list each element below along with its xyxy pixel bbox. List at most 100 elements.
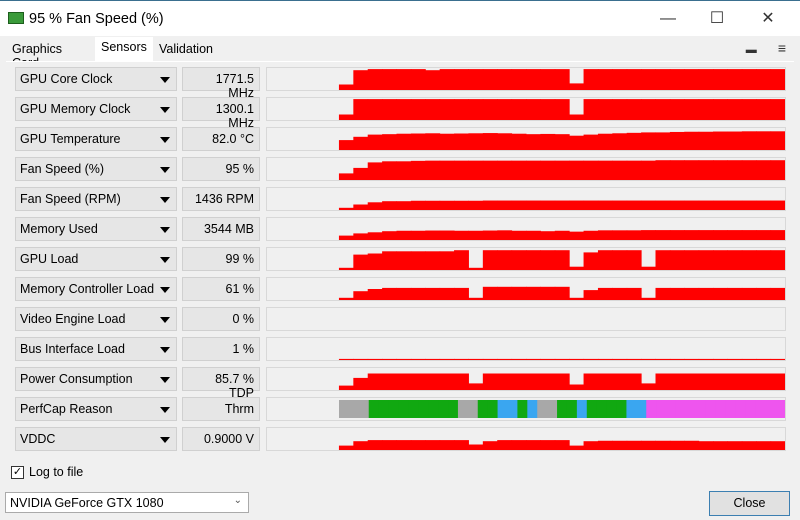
graph-bar: [482, 373, 498, 390]
sensor-select[interactable]: Bus Interface Load: [15, 337, 177, 361]
graph-bar: [540, 440, 556, 450]
sensor-select[interactable]: Fan Speed (RPM): [15, 187, 177, 211]
sensor-select[interactable]: Memory Controller Load: [15, 277, 177, 301]
graph-bar: [698, 160, 714, 180]
graph-bar: [425, 160, 441, 180]
perfcap-segment: [636, 400, 647, 418]
dropdown-arrow-icon[interactable]: [160, 407, 170, 413]
graph-bar: [425, 99, 441, 120]
dropdown-arrow-icon[interactable]: [160, 317, 170, 323]
dropdown-arrow-icon[interactable]: [160, 347, 170, 353]
graph-bar: [497, 133, 513, 150]
graph-bar: [439, 133, 455, 150]
gpu-select[interactable]: NVIDIA GeForce GTX 1080 ⌄: [5, 492, 249, 513]
graph-bar: [713, 160, 728, 180]
graph-bar: [684, 160, 700, 180]
graph-bar: [353, 358, 369, 360]
graph-bar: [425, 287, 441, 300]
graph-bar: [741, 230, 757, 240]
close-button[interactable]: Close: [709, 491, 790, 516]
tab-sensors[interactable]: Sensors: [95, 37, 153, 63]
sensor-select[interactable]: Video Engine Load: [15, 307, 177, 331]
dropdown-arrow-icon[interactable]: [160, 257, 170, 263]
sensor-select[interactable]: GPU Core Clock: [15, 67, 177, 91]
checkbox-check-icon[interactable]: ✓: [11, 466, 24, 479]
sensor-name: VDDC: [20, 432, 56, 446]
sensor-graph: [266, 217, 786, 241]
perfcap-segment: [517, 400, 528, 418]
dropdown-arrow-icon[interactable]: [160, 377, 170, 383]
camera-icon[interactable]: ▬: [746, 44, 757, 56]
sensor-value: 95 %: [182, 157, 260, 181]
graph-bar: [454, 373, 469, 390]
graph-bar: [655, 373, 671, 390]
graph-bar: [626, 69, 642, 90]
sensor-select[interactable]: GPU Load: [15, 247, 177, 271]
sensor-name: PerfCap Reason: [20, 402, 113, 416]
maximize-button[interactable]: ☐: [697, 7, 737, 31]
dropdown-arrow-icon[interactable]: [160, 287, 170, 293]
hamburger-icon[interactable]: ≡: [778, 40, 786, 56]
sensor-select[interactable]: VDDC: [15, 427, 177, 451]
perfcap-segment: [586, 400, 598, 418]
perfcap-segment: [775, 400, 785, 418]
perfcap-segment: [537, 400, 548, 418]
sensor-select[interactable]: GPU Temperature: [15, 127, 177, 151]
graph-bar: [425, 133, 441, 150]
dropdown-arrow-icon[interactable]: [160, 197, 170, 203]
graph-bar: [482, 230, 498, 240]
dropdown-arrow-icon[interactable]: [160, 437, 170, 443]
graph-bar: [626, 99, 642, 120]
graph-bar: [382, 134, 397, 150]
graph-bar: [554, 134, 570, 150]
graph-bar: [641, 230, 656, 240]
graph-bar: [612, 200, 628, 210]
log-to-file-label: Log to file: [29, 465, 84, 479]
graph-bar: [526, 200, 541, 210]
sensor-row: GPU Load 99 %: [6, 247, 794, 273]
sensor-graph: [266, 277, 786, 301]
graph-bar: [454, 133, 469, 150]
graph-bar: [526, 373, 541, 390]
graph-bar: [526, 358, 541, 360]
graph-bar: [583, 252, 599, 270]
graph-bar: [367, 232, 383, 240]
graph-bar: [425, 230, 441, 240]
graph-bar: [540, 250, 556, 270]
sensor-select[interactable]: Memory Used: [15, 217, 177, 241]
close-window-button[interactable]: ✕: [748, 7, 788, 31]
perfcap-segment: [507, 400, 518, 418]
sensor-name: Bus Interface Load: [20, 342, 125, 356]
dropdown-arrow-icon[interactable]: [160, 77, 170, 83]
tab-validation[interactable]: Validation: [153, 39, 219, 61]
graph-bar: [713, 99, 728, 120]
dropdown-arrow-icon[interactable]: [160, 137, 170, 143]
sensor-select[interactable]: GPU Memory Clock: [15, 97, 177, 121]
graph-bar: [698, 287, 714, 300]
sensor-select[interactable]: Power Consumption: [15, 367, 177, 391]
tab-graphics-card[interactable]: Graphics Card: [6, 39, 68, 70]
dropdown-arrow-icon[interactable]: [160, 107, 170, 113]
graph-bar: [756, 200, 772, 210]
graph-bar: [367, 202, 383, 210]
graph-bar: [641, 440, 656, 450]
sensor-name: Memory Controller Load: [20, 282, 155, 296]
graph-bar: [626, 200, 642, 210]
dropdown-arrow-icon[interactable]: [160, 227, 170, 233]
graph-bar: [626, 160, 642, 180]
sensor-select[interactable]: PerfCap Reason: [15, 397, 177, 421]
dropdown-arrow-icon[interactable]: [160, 167, 170, 173]
graph-bar: [367, 99, 383, 120]
graph-bar: [511, 358, 527, 360]
graph-bar: [425, 440, 441, 450]
graph-bar: [367, 289, 383, 300]
sensor-value: 3544 MB: [182, 217, 260, 241]
graph-bar: [741, 287, 757, 300]
minimize-button[interactable]: —: [648, 7, 688, 31]
graph-bar: [353, 99, 369, 120]
graph-bar: [468, 99, 484, 120]
sensor-select[interactable]: Fan Speed (%): [15, 157, 177, 181]
graph-bar: [756, 99, 772, 120]
graph-bar: [353, 204, 369, 210]
graph-bar: [698, 441, 714, 450]
